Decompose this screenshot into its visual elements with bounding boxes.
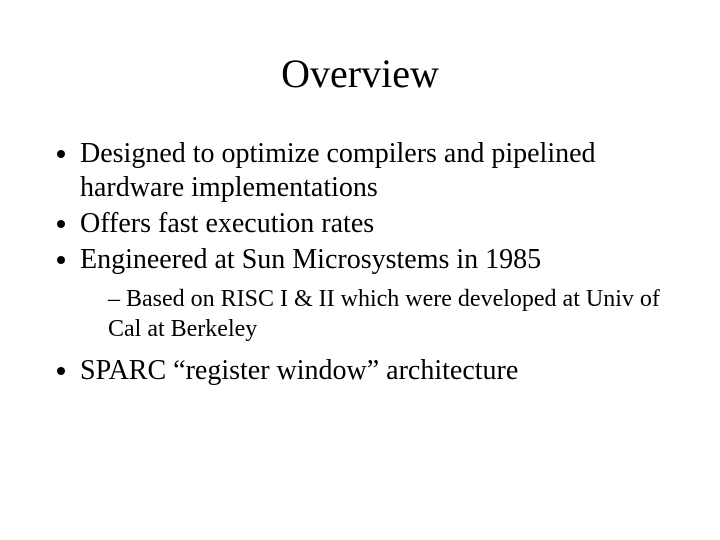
slide-title: Overview: [40, 50, 680, 97]
bullet-list: Designed to optimize compilers and pipel…: [52, 137, 680, 388]
sub-bullet-list: Based on RISC I & II which were develope…: [80, 284, 680, 344]
bullet-item: SPARC “register window” architecture: [80, 354, 680, 388]
bullet-item: Engineered at Sun Microsystems in 1985 B…: [80, 243, 680, 343]
bullet-item: Designed to optimize compilers and pipel…: [80, 137, 680, 205]
slide: Overview Designed to optimize compilers …: [0, 0, 720, 540]
bullet-item: Offers fast execution rates: [80, 207, 680, 241]
sub-bullet-item: Based on RISC I & II which were develope…: [108, 284, 680, 344]
bullet-text: Engineered at Sun Microsystems in 1985: [80, 244, 541, 275]
